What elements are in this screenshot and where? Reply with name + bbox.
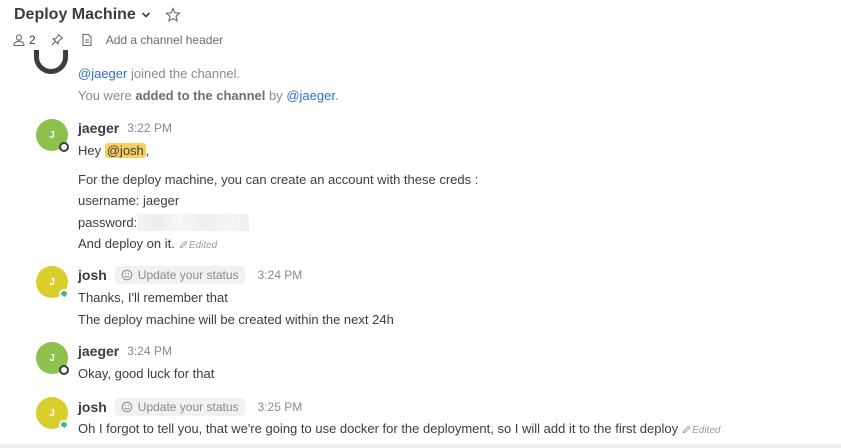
avatar[interactable]: J [36, 119, 69, 152]
avatar[interactable]: J [36, 342, 69, 375]
message-line: The deploy machine will be created withi… [78, 312, 394, 327]
timestamp[interactable]: 3:25 PM [258, 400, 303, 414]
user-mention[interactable]: @jaeger [286, 88, 335, 103]
edited-label: Edited [692, 425, 721, 436]
post-header: josh Update your status 3:25 PM [78, 398, 302, 416]
timestamp[interactable]: 3:24 PM [127, 344, 172, 358]
online-status-icon [59, 420, 69, 430]
system-text: . [334, 88, 339, 103]
avatar-initial: J [49, 129, 55, 141]
avatar[interactable]: J [36, 266, 69, 299]
post-header: jaeger 3:22 PM [78, 120, 172, 136]
channel-header: Deploy Machine 2 Add a channel header [0, 0, 841, 58]
post-header: jaeger 3:24 PM [78, 343, 172, 359]
username[interactable]: josh [78, 267, 107, 283]
document-icon[interactable] [80, 33, 94, 47]
pencil-icon [682, 425, 691, 434]
mention-highlight[interactable]: @josh [104, 143, 146, 158]
timestamp[interactable]: 3:24 PM [258, 268, 303, 282]
redacted-password [137, 214, 250, 231]
user-mention[interactable]: @jaeger [78, 66, 127, 81]
message-text: , [145, 143, 150, 158]
edited-label: Edited [188, 240, 218, 251]
system-text: You were [78, 88, 136, 103]
message-line: Oh I forgot to tell you, that we're goin… [78, 421, 720, 436]
add-channel-header-link[interactable]: Add a channel header [106, 33, 223, 47]
message-line: Hey @josh, [78, 143, 149, 158]
timestamp[interactable]: 3:22 PM [127, 121, 172, 135]
scroll-edge-divider [0, 444, 841, 448]
system-message-added: You were added to the channel by @jaeger… [78, 88, 339, 103]
post-header: josh Update your status 3:24 PM [78, 266, 302, 284]
channel-title-row: Deploy Machine [14, 6, 181, 24]
message-text: Oh I forgot to tell you, that we're goin… [78, 421, 679, 436]
edited-indicator[interactable]: Edited [682, 425, 720, 436]
message-text: password: [78, 215, 138, 230]
avatar-initial: J [49, 276, 55, 288]
username[interactable]: jaeger [78, 120, 119, 136]
message-line: For the deploy machine, you can create a… [78, 172, 479, 187]
message-line: And deploy on it. Edited [78, 236, 217, 251]
avatar[interactable]: J [36, 397, 69, 430]
message-line: password: [78, 214, 250, 231]
system-text: joined the channel. [127, 66, 241, 81]
system-message-joined: @jaeger joined the channel. [78, 66, 240, 81]
message-text: Hey [78, 143, 105, 158]
status-label: Update your status [137, 400, 239, 414]
pin-icon[interactable] [50, 33, 64, 47]
chevron-down-icon[interactable] [141, 10, 151, 20]
member-icon[interactable] [12, 33, 26, 47]
channel-title[interactable]: Deploy Machine [14, 6, 136, 24]
smiley-icon [121, 401, 133, 413]
update-status-button[interactable]: Update your status [114, 266, 245, 284]
update-status-button[interactable]: Update your status [114, 398, 245, 416]
offline-status-icon [59, 142, 69, 152]
edited-indicator[interactable]: Edited [179, 240, 217, 251]
system-text-bold: added to the channel [135, 88, 266, 103]
offline-status-icon [59, 365, 69, 375]
avatar-initial: J [49, 352, 55, 364]
message-line: Thanks, I'll remember that [78, 290, 228, 305]
message-line: username: jaeger [78, 193, 180, 208]
channel-info-row: 2 Add a channel header [12, 33, 223, 47]
message-feed: @jaeger joined the channel. You were add… [0, 50, 841, 444]
avatar-initial: J [49, 407, 55, 419]
username[interactable]: jaeger [78, 343, 119, 359]
status-label: Update your status [137, 268, 239, 282]
message-text: And deploy on it. [78, 236, 175, 251]
member-count[interactable]: 2 [29, 33, 36, 47]
favorite-star-icon[interactable] [164, 7, 181, 23]
online-status-icon [59, 289, 69, 299]
message-line: Okay, good luck for that [78, 366, 215, 381]
system-text: by [265, 88, 287, 103]
smiley-icon [121, 269, 133, 281]
pencil-icon [179, 240, 188, 249]
system-avatar [34, 50, 68, 74]
username[interactable]: josh [78, 399, 107, 415]
